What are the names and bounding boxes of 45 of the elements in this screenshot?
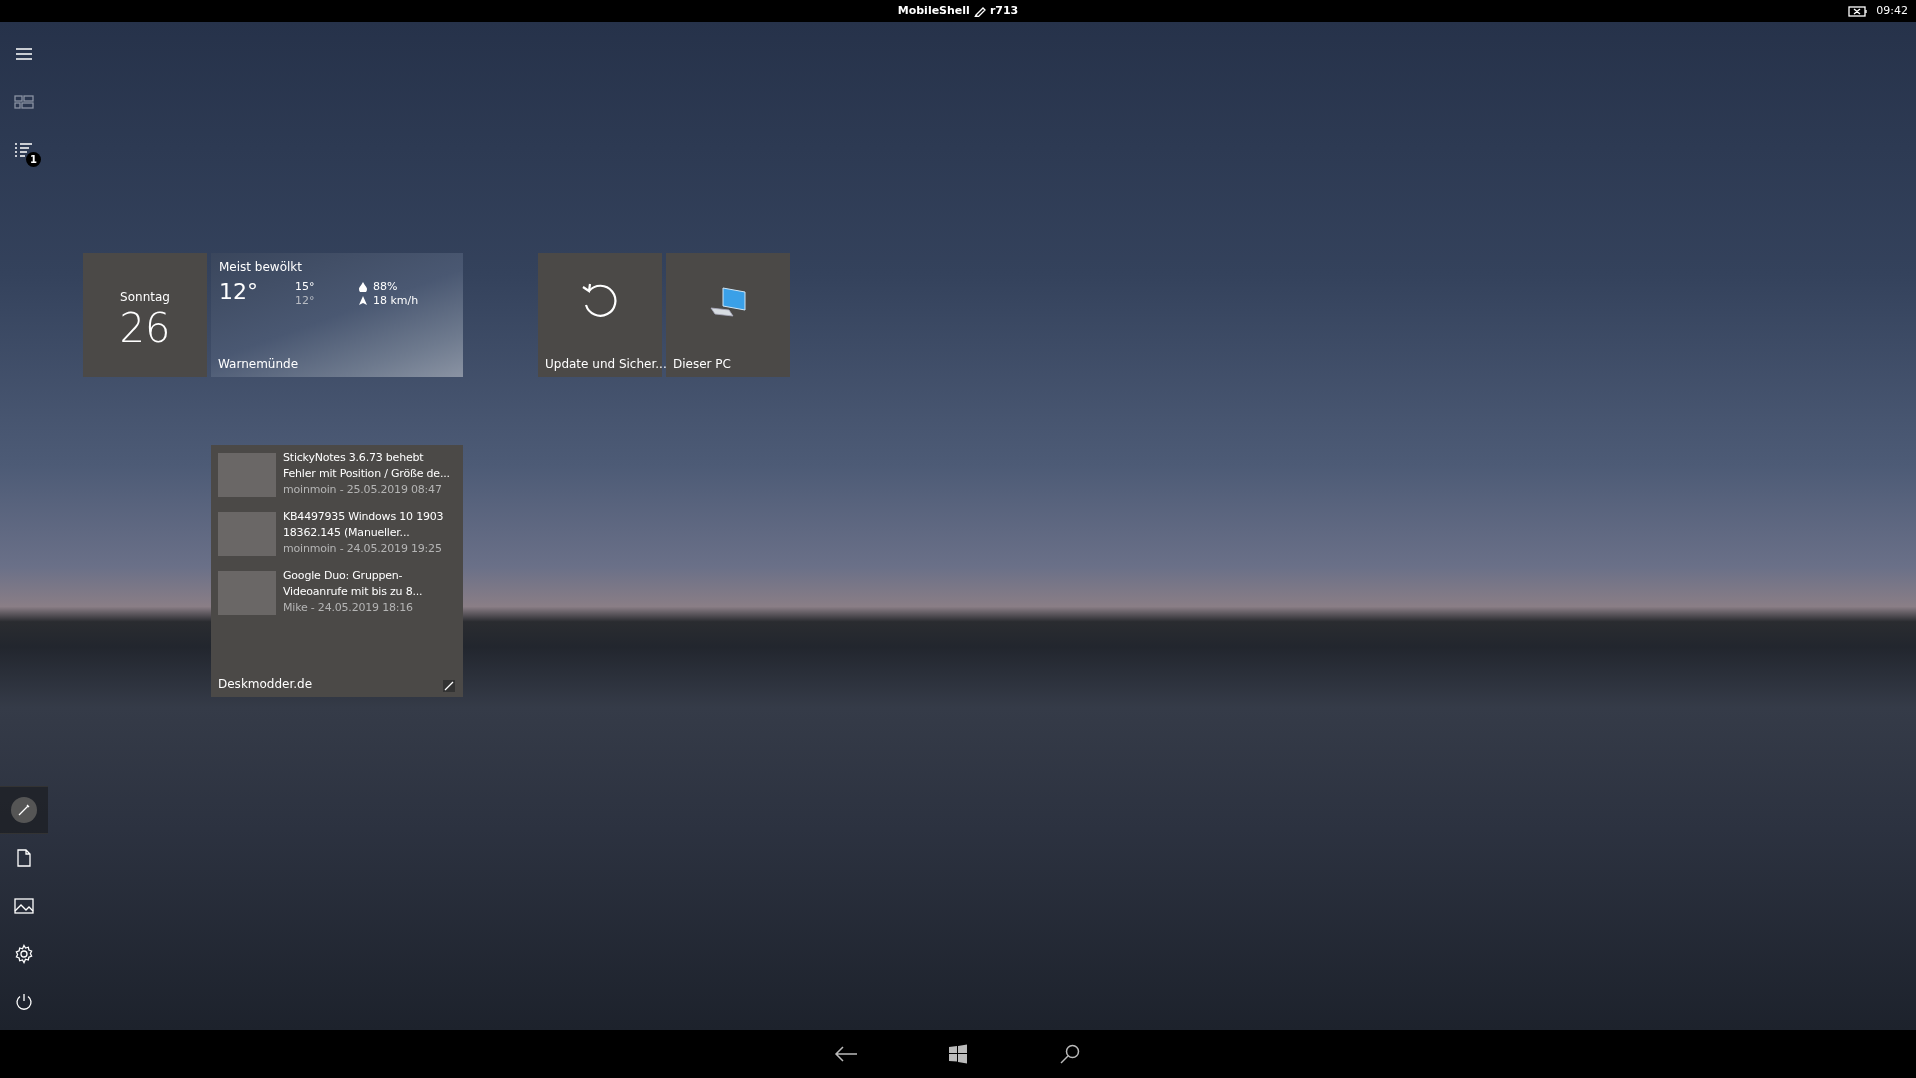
computer-icon <box>709 286 747 320</box>
news-meta: moinmoin - 24.05.2019 19:25 <box>283 541 443 557</box>
grid-icon <box>14 95 34 109</box>
location-label: Warnemünde <box>218 356 299 373</box>
brush-icon <box>17 803 31 817</box>
humidity-value: 88% <box>373 280 399 294</box>
battery-icon <box>1848 5 1869 17</box>
news-headline[interactable]: Google Duo: Gruppen-Videoanrufe mit bis zu 8... <box>283 568 455 600</box>
calendar-tile[interactable]: Sonntag 26 <box>83 253 207 377</box>
menu-icon <box>15 47 33 61</box>
low-temperature: 12° <box>295 294 316 308</box>
news-headline[interactable]: StickyNotes 3.6.73 behebt Fehler mit Position / Größe de... <box>283 450 455 482</box>
news-meta: moinmoin - 25.05.2019 08:47 <box>283 482 443 498</box>
day-number: 26 <box>119 306 171 350</box>
app-title: MobileShell <box>897 3 970 19</box>
list-button[interactable]: 1 <box>0 126 48 174</box>
source-label: Deskmodder.de <box>218 676 313 693</box>
picture-icon <box>14 898 34 914</box>
weather-condition: Meist bewölkt <box>219 259 303 276</box>
back-arrow-icon <box>834 1046 858 1062</box>
weekday-label: Sonntag <box>120 289 170 306</box>
thumbnail-image <box>218 512 276 556</box>
news-meta: Mike - 24.05.2019 18:16 <box>283 600 414 616</box>
window-panes-icon <box>948 1044 968 1064</box>
power-icon <box>15 993 33 1011</box>
pen-icon <box>973 5 986 18</box>
news-tile[interactable] <box>211 445 463 697</box>
thumbnail-image <box>218 453 276 497</box>
temperature: 12° <box>219 280 259 304</box>
droplet-icon <box>359 282 367 292</box>
tile-label: Dieser PC <box>673 356 731 373</box>
app-tile[interactable]: Dieser PC <box>666 253 790 377</box>
file-icon <box>17 849 31 867</box>
search-icon <box>1060 1044 1080 1064</box>
build-label: r713 <box>989 3 1019 19</box>
settings-icon <box>14 944 34 964</box>
news-headline[interactable]: KB4497935 Windows 10 1903 18362.145 (Manueller... <box>283 509 455 541</box>
wind-arrow-icon <box>359 296 367 305</box>
brush-icon <box>443 680 455 692</box>
weather-tile[interactable]: Meist bewölkt 12° 15° 12° 88% 18 km/h Warnemünde <box>211 253 463 377</box>
clock-time: 09:42 <box>1876 3 1908 19</box>
high-temperature: 15° <box>295 280 316 294</box>
thumbnail-image <box>218 571 276 615</box>
notification-count: 1 <box>26 152 41 167</box>
wind-speed: 18 km/h <box>373 294 419 308</box>
